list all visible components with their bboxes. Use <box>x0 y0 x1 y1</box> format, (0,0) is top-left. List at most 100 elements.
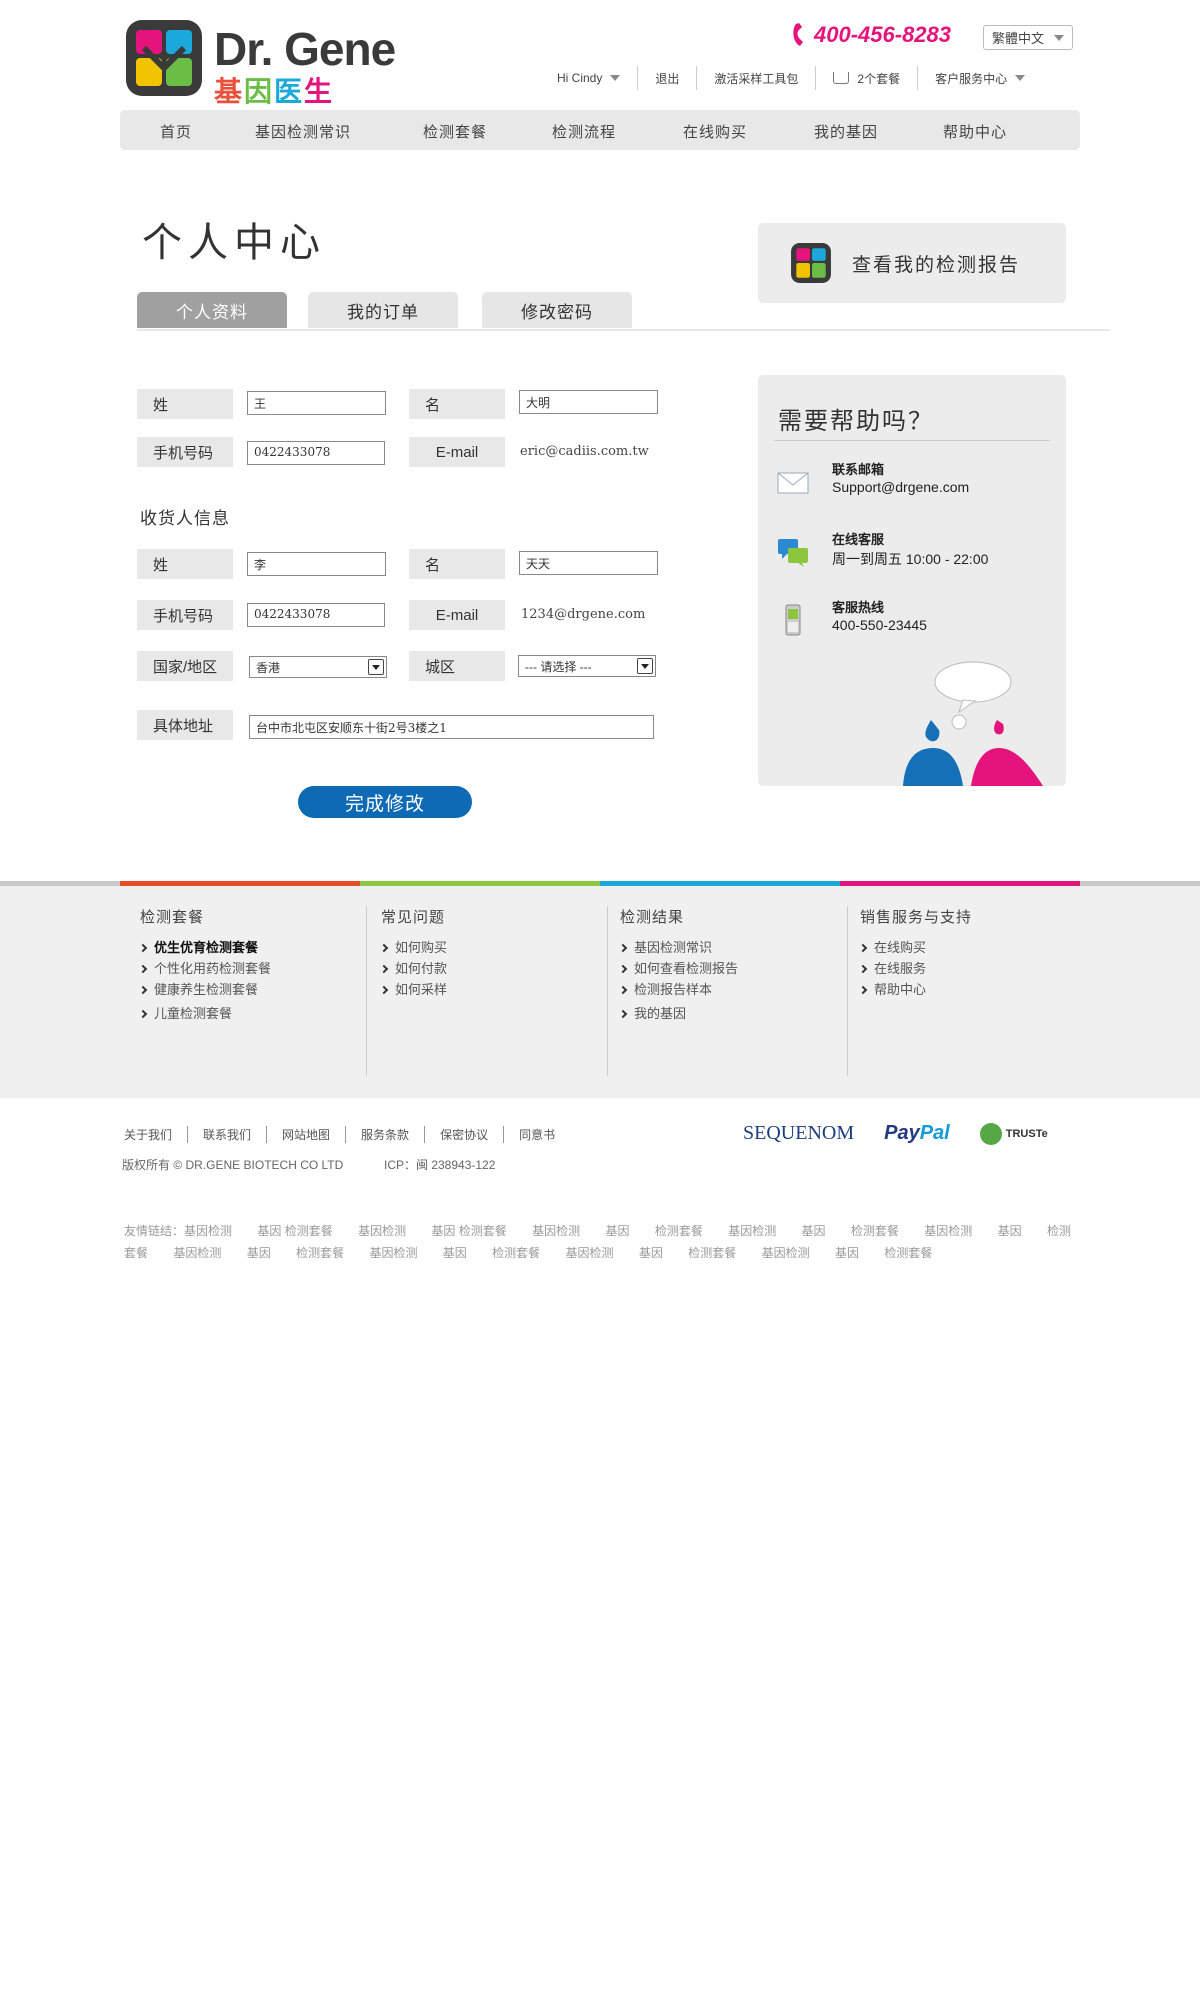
nav-gene-knowledge[interactable]: 基因检测常识 <box>255 121 351 142</box>
country-select[interactable]: 香港 <box>249 656 387 678</box>
view-report-button[interactable]: 查看我的检测报告 <box>758 223 1066 303</box>
chevron-down-icon <box>610 75 621 81</box>
friend-link[interactable]: 基因检测 <box>369 1246 417 1260</box>
link-consent[interactable]: 同意书 <box>503 1126 570 1143</box>
user-menu[interactable]: Hi Cindy <box>540 66 637 90</box>
footer-link[interactable]: 帮助中心 <box>858 979 1087 1000</box>
footer-link[interactable]: 优生优育检测套餐 <box>138 937 380 958</box>
link-about[interactable]: 关于我们 <box>124 1126 187 1143</box>
city-select[interactable]: --- 请选择 --- <box>518 655 656 677</box>
nav-process[interactable]: 检测流程 <box>552 121 616 142</box>
footer-link[interactable]: 个性化用药检测套餐 <box>138 958 380 979</box>
link-sitemap[interactable]: 网站地图 <box>266 1126 345 1143</box>
support-email-link[interactable]: Support@drgene.com <box>832 479 969 495</box>
submit-button[interactable]: 完成修改 <box>298 786 472 818</box>
help-chat: 在线客服 周一到周五 10:00 - 22:00 <box>774 529 1054 579</box>
footer-link[interactable]: 如何付款 <box>379 958 606 979</box>
friend-link[interactable]: 基因检测 <box>173 1246 221 1260</box>
friend-link[interactable]: 基因 检测套餐 <box>257 1224 332 1238</box>
footer-link[interactable]: 如何购买 <box>379 937 606 958</box>
chevron-right-icon <box>138 943 148 952</box>
footer-link[interactable]: 如何查看检测报告 <box>618 958 847 979</box>
utility-nav: Hi Cindy 退出 激活采样工具包 2个套餐 客户服务中心 <box>540 66 1042 90</box>
friend-link[interactable]: 基因 <box>247 1246 271 1260</box>
tab-orders[interactable]: 我的订单 <box>308 292 458 328</box>
nav-buy-online[interactable]: 在线购买 <box>683 121 747 142</box>
friend-link[interactable]: 基因检测 <box>184 1224 232 1238</box>
footer-link[interactable]: 如何采样 <box>379 979 606 1000</box>
friend-link[interactable]: 基因检测 <box>358 1224 406 1238</box>
chevron-right-icon <box>138 1009 148 1018</box>
page: Dr. Gene 基因医生 400-456-8283 繁體中文 Hi Cindy… <box>0 0 1200 2000</box>
footer-link[interactable]: 我的基因 <box>618 1003 847 1024</box>
recipient-mobile-label: 手机号码 <box>137 600 233 630</box>
friend-link[interactable]: 基因检测 <box>728 1224 776 1238</box>
name-input[interactable]: 大明 <box>519 390 658 414</box>
mobile-input[interactable]: 0422433078 <box>247 441 385 465</box>
customer-center-menu[interactable]: 客户服务中心 <box>917 66 1042 90</box>
footer-col-packages: 检测套餐 优生优育检测套餐 个性化用药检测套餐 健康养生检测套餐 儿童检测套餐 <box>138 906 380 1076</box>
chevron-down-icon <box>1054 34 1064 41</box>
chevron-right-icon <box>618 943 628 952</box>
help-hotline: 客服热线 400-550-23445 <box>774 597 1054 647</box>
friend-link[interactable]: 基因检测 <box>532 1224 580 1238</box>
tab-profile[interactable]: 个人资料 <box>137 292 287 328</box>
report-logo-icon <box>791 243 831 283</box>
friend-link[interactable]: 基因 <box>835 1246 859 1260</box>
nav-home[interactable]: 首页 <box>160 121 192 142</box>
footer-link[interactable]: 健康养生检测套餐 <box>138 979 380 1000</box>
link-terms[interactable]: 服务条款 <box>345 1126 424 1143</box>
footer-link[interactable]: 儿童检测套餐 <box>138 1003 380 1024</box>
footer-link[interactable]: 检测报告样本 <box>618 979 847 1000</box>
nav-packages[interactable]: 检测套餐 <box>423 121 487 142</box>
logout-link[interactable]: 退出 <box>637 66 696 90</box>
address-input[interactable]: 台中市北屯区安顺东十街2号3楼之1 <box>249 715 654 739</box>
friend-link[interactable]: 检测套餐 <box>492 1246 540 1260</box>
surname-input[interactable]: 王 <box>247 391 386 415</box>
link-privacy[interactable]: 保密协议 <box>424 1126 503 1143</box>
nav-my-genes[interactable]: 我的基因 <box>814 121 878 142</box>
footer-col-support: 销售服务与支持 在线购买 在线服务 帮助中心 <box>847 906 1087 1076</box>
friend-link[interactable]: 基因 <box>605 1224 629 1238</box>
address-label: 具体地址 <box>137 710 233 740</box>
footer-col-results: 检测结果 基因检测常识 如何查看检测报告 检测报告样本 我的基因 <box>607 906 847 1076</box>
friend-link[interactable]: 基因 检测套餐 <box>431 1224 506 1238</box>
phone-number: 400-456-8283 <box>814 22 952 47</box>
cart-icon <box>833 72 850 84</box>
logo[interactable]: Dr. Gene 基因医生 <box>124 18 414 107</box>
recipient-email-label: E-mail <box>409 600 505 630</box>
email-label: E-mail <box>409 437 505 467</box>
footer-link[interactable]: 基因检测常识 <box>618 937 847 958</box>
language-select[interactable]: 繁體中文 <box>983 25 1073 50</box>
friend-link[interactable]: 基因 <box>802 1224 826 1238</box>
link-contact[interactable]: 联系我们 <box>187 1126 266 1143</box>
friend-link[interactable]: 基因检测 <box>762 1246 810 1260</box>
footer-link[interactable]: 在线服务 <box>858 958 1087 979</box>
recipient-surname-input[interactable]: 李 <box>247 552 386 576</box>
friend-link[interactable]: 基因检测 <box>924 1224 972 1238</box>
friend-link[interactable]: 检测套餐 <box>851 1224 899 1238</box>
cart-link[interactable]: 2个套餐 <box>815 66 917 90</box>
recipient-surname-label: 姓 <box>137 549 233 579</box>
friend-link[interactable]: 基因 <box>443 1246 467 1260</box>
nav-help-center[interactable]: 帮助中心 <box>943 121 1007 142</box>
friend-link[interactable]: 基因 <box>998 1224 1022 1238</box>
friend-link[interactable]: 检测套餐 <box>655 1224 703 1238</box>
chevron-right-icon <box>379 964 389 973</box>
tab-change-password[interactable]: 修改密码 <box>482 292 632 328</box>
friend-link[interactable]: 基因检测 <box>566 1246 614 1260</box>
chevron-right-icon <box>618 964 628 973</box>
friend-link[interactable]: 基因 <box>639 1246 663 1260</box>
chevron-down-icon <box>1015 75 1026 81</box>
friend-link[interactable]: 检测套餐 <box>884 1246 932 1260</box>
friend-link[interactable]: 检测套餐 <box>688 1246 736 1260</box>
country-label: 国家/地区 <box>137 651 233 681</box>
partner-logos: SEQUENOM PayPal TRUSTe <box>743 1122 1048 1145</box>
activate-kit-link[interactable]: 激活采样工具包 <box>696 66 815 90</box>
recipient-mobile-input[interactable]: 0422433078 <box>247 603 385 627</box>
friend-link[interactable]: 检测套餐 <box>296 1246 344 1260</box>
recipient-name-input[interactable]: 天天 <box>519 551 658 575</box>
chevron-right-icon <box>379 943 389 952</box>
footer-link[interactable]: 在线购买 <box>858 937 1087 958</box>
surname-label: 姓 <box>137 389 233 419</box>
